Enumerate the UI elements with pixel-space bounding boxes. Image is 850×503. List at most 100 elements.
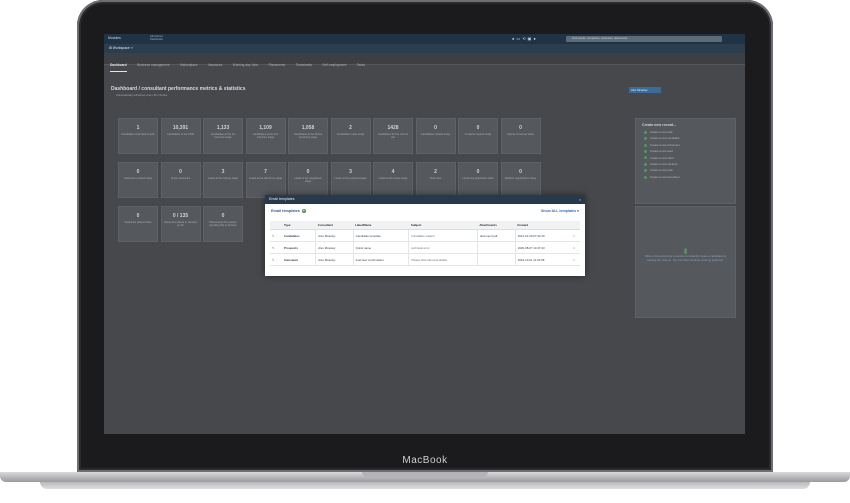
device-brand: MacBook xyxy=(402,455,448,466)
create-record-item[interactable]: Create a new lead xyxy=(644,149,735,153)
tab-vacancies[interactable]: Vacancies xyxy=(208,60,222,71)
stat-label: Upcoming application stats xyxy=(462,177,494,180)
stat-card[interactable]: 0 Leads at the negotiation stage xyxy=(288,162,328,198)
tab-self-employment[interactable]: Self-employment xyxy=(322,60,346,71)
cell-attachments[interactable]: document.pdf xyxy=(476,229,516,242)
edit-icon[interactable]: ✎ xyxy=(270,253,282,266)
stat-label: Vacancies placed today xyxy=(124,221,152,224)
stat-value: 4 xyxy=(391,169,395,175)
edit-icon[interactable]: ✎ xyxy=(270,241,282,254)
stat-card[interactable]: 0 Upcoming application stats xyxy=(458,162,498,198)
stat-label: Leads at the scope stage xyxy=(378,177,408,180)
workspace-bar: ⊞ Workspace ‹› xyxy=(104,44,745,53)
tab-placements[interactable]: Placements xyxy=(269,60,286,71)
create-record-panel: Create new record... Create a new task Cr… xyxy=(635,118,736,204)
tab-working-day[interactable]: Working day Jobs xyxy=(233,60,258,71)
stat-card[interactable]: 1 Candidates submitted to jobs xyxy=(118,118,158,154)
col-consultant: Consultant xyxy=(315,221,354,230)
stat-card[interactable]: 2 Candidates made today xyxy=(330,118,371,154)
consultant-selector[interactable]: Alex Mcauley xyxy=(629,87,661,93)
stat-card[interactable]: 2 Team lists xyxy=(415,162,456,198)
create-record-item[interactable]: Create a new timesheet xyxy=(644,175,735,179)
stat-value: 3 xyxy=(349,169,352,175)
stat-card[interactable]: 7 Leads at the discovery stage xyxy=(245,162,286,198)
create-record-item[interactable]: Create a new vacancy xyxy=(644,162,735,166)
create-record-item[interactable]: Create a new client xyxy=(644,156,735,160)
create-record-item[interactable]: Create a new candidate xyxy=(644,136,735,140)
stat-value: 0 xyxy=(519,125,522,131)
stat-card[interactable]: 0 Clients converted today xyxy=(500,118,541,154)
cell-subject: Please find interview details xyxy=(408,253,478,266)
remove-icon[interactable]: × xyxy=(568,253,580,266)
plus-icon xyxy=(644,149,647,153)
close-icon[interactable]: × xyxy=(579,197,581,202)
stat-label: Candidates in the CRM xyxy=(167,133,194,136)
stat-card[interactable]: 0 Website registrations today xyxy=(500,162,541,198)
stat-card[interactable]: 0 Candidates created today xyxy=(415,118,456,154)
stat-card[interactable]: 1,133 Candidates at the 1st interview sta… xyxy=(203,118,243,154)
cell-created: 2020-08-07 14:47:43 xyxy=(514,241,568,254)
stat-card[interactable]: 0 Vacancies placed today xyxy=(118,206,158,242)
remove-icon[interactable]: × xyxy=(568,229,580,242)
cell-created: 2019-10-01 11:03:38 xyxy=(514,253,568,266)
stat-label: Candidates made today xyxy=(336,133,365,136)
create-record-item[interactable]: Create a new note xyxy=(644,168,735,172)
col-attachments: Attachments xyxy=(477,221,516,230)
stat-value: 0 xyxy=(221,213,225,219)
stat-card[interactable]: 4 Leads at the scope stage xyxy=(373,162,413,198)
stat-card[interactable]: 0 / 135 Vacancies placed in January so fa… xyxy=(160,206,201,242)
plus-icon xyxy=(644,143,647,147)
create-record-item[interactable]: Create a new task xyxy=(644,130,735,134)
stat-value: 3 xyxy=(221,169,225,175)
stat-card[interactable]: 3 Leads at the proposal stage xyxy=(330,162,371,198)
stat-value: 0 xyxy=(434,125,437,131)
user-info[interactable]: AdminUser Dashboard xyxy=(150,35,163,41)
templates-table: Type Consultant Label/Name Subject Attac… xyxy=(270,221,580,266)
table-row[interactable]: ✎ Candidates Alex Mcauley Candidate templat… xyxy=(270,229,580,242)
tab-marketplace[interactable]: Marketplace xyxy=(180,60,197,71)
toolbar-icons[interactable]: ●▭⟲▣● xyxy=(512,36,538,41)
workspace-label[interactable]: ⊞ Workspace ‹› xyxy=(109,46,133,50)
cell-type: Candidates xyxy=(282,229,316,242)
table-row[interactable]: ✎ Prospects Alex Mcauley Quick name technica… xyxy=(270,241,580,254)
plus-icon xyxy=(644,156,647,160)
plus-icon xyxy=(644,137,647,141)
cell-type: Interviews xyxy=(282,253,316,266)
cell-consultant: Alex Mcauley xyxy=(315,253,354,266)
stat-card[interactable]: 3 Leads at the closing stage xyxy=(203,162,243,198)
resume-drop-zone[interactable]: ▮ Click or drag and drop a resume to ins… xyxy=(635,206,736,318)
stat-card[interactable]: 1428 Candidates for the current job xyxy=(373,118,413,154)
tab-tasks[interactable]: Tasks xyxy=(357,60,365,71)
cell-consultant: Alex Mcauley xyxy=(315,229,354,242)
stat-label: Leads at the discovery stage xyxy=(248,177,283,180)
stat-value: 0 xyxy=(476,125,480,131)
cell-subject: technical error xyxy=(408,241,478,254)
stat-label: Candidates at the 1st interview stage xyxy=(210,133,236,140)
stat-label: Leads at the negotiation stage xyxy=(294,177,322,184)
show-all-templates-link[interactable]: Show ALL templates ▾ xyxy=(541,209,579,213)
laptop-notch xyxy=(362,472,488,477)
cell-attachments[interactable] xyxy=(476,253,516,266)
edit-icon[interactable]: ✎ xyxy=(270,229,282,242)
tab-timesheets[interactable]: Timesheets xyxy=(296,60,312,71)
table-row[interactable]: ✎ Interviews Alex Mcauley Interview confirm… xyxy=(270,253,580,266)
stat-card[interactable]: 0 Placements this quarter (pending £0) to… xyxy=(203,206,243,242)
plus-icon xyxy=(644,162,647,166)
create-record-item[interactable]: Create a new document xyxy=(644,143,735,147)
col-edit xyxy=(270,221,282,230)
add-icon[interactable]: + xyxy=(301,209,306,213)
tab-business[interactable]: Business management xyxy=(137,60,169,71)
stat-label: Website registrations today xyxy=(504,177,537,180)
stat-card[interactable]: 0 Vacancies created today xyxy=(118,162,158,198)
stat-card[interactable]: 1,058 Candidates at the Phone screening s… xyxy=(288,118,328,154)
search-input[interactable]: Find people, companies, vacancies, place… xyxy=(566,36,722,42)
stat-card[interactable]: 0 Contacts created today xyxy=(458,118,498,154)
cell-attachments[interactable] xyxy=(476,241,516,254)
stat-card[interactable]: 10,391 Candidates in the CRM xyxy=(160,118,201,154)
modules-menu[interactable]: Modules xyxy=(108,36,121,40)
stat-label: Team lists xyxy=(429,177,442,180)
stat-card[interactable]: 0 Active vacancies xyxy=(160,162,201,198)
remove-icon[interactable]: × xyxy=(568,241,580,254)
tab-dashboard[interactable]: Dashboard xyxy=(110,60,127,72)
stat-card[interactable]: 1,109 Candidates at the 2nd interview sta… xyxy=(245,118,286,154)
